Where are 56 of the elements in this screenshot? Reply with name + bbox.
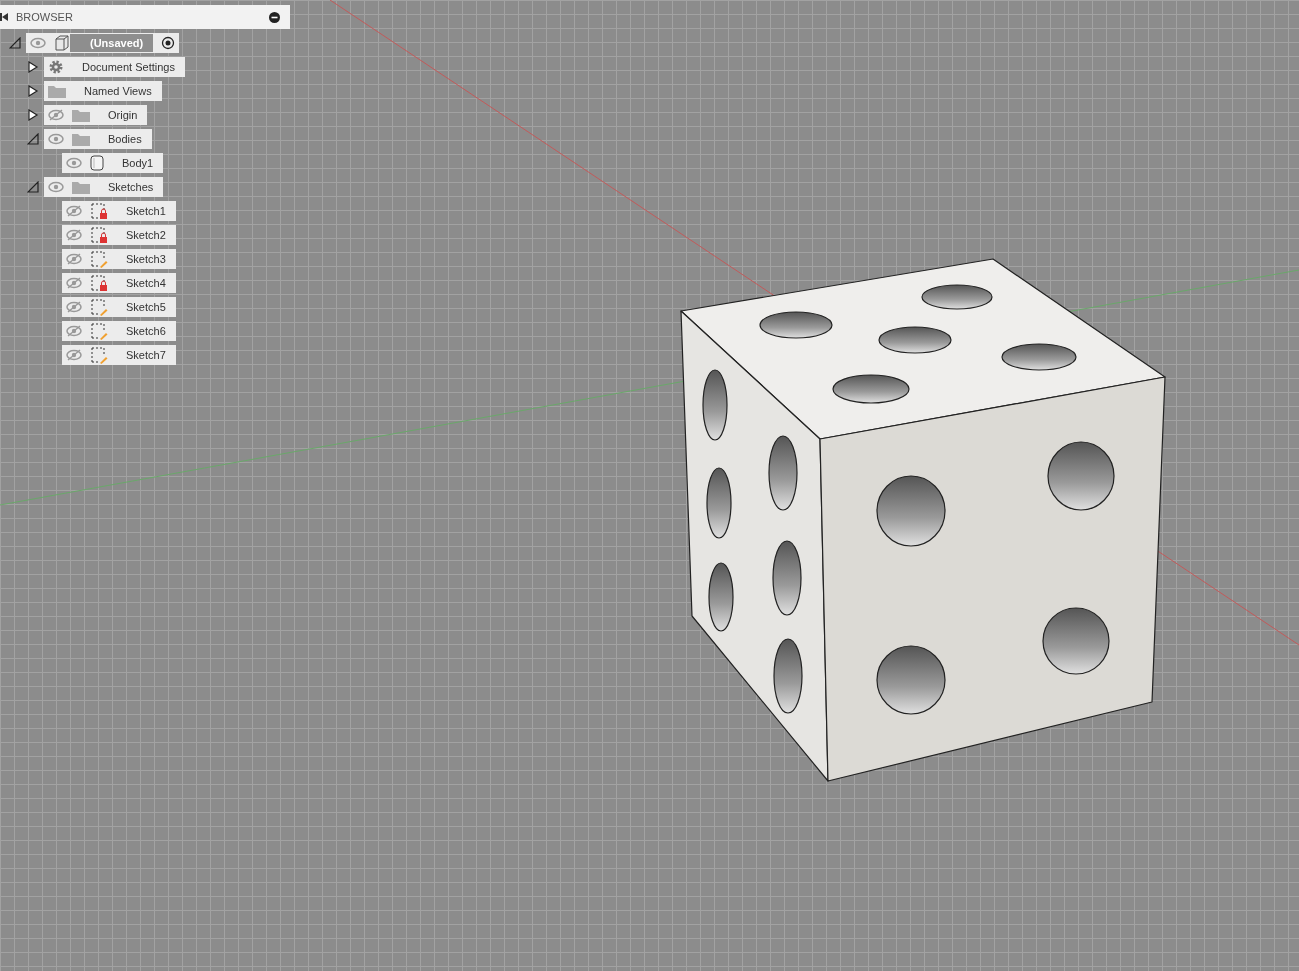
- item-label: (Unsaved): [70, 34, 154, 52]
- tree-item[interactable]: Sketch2: [62, 225, 176, 245]
- hidden-eye-icon[interactable]: [66, 301, 82, 313]
- item-label: Document Settings: [81, 61, 176, 73]
- expand-icon[interactable]: [27, 61, 39, 73]
- item-label: Sketch5: [125, 301, 167, 313]
- component-icon: [54, 35, 70, 51]
- collapse-icon[interactable]: [27, 133, 39, 145]
- item-label: Origin: [107, 109, 139, 121]
- eye-icon[interactable]: [66, 157, 82, 169]
- hidden-eye-icon[interactable]: [66, 325, 82, 337]
- eye-icon[interactable]: [48, 181, 64, 193]
- hidden-eye-icon[interactable]: [66, 205, 82, 217]
- panel-title: BROWSER: [16, 11, 74, 23]
- item-label: Sketch1: [125, 205, 167, 217]
- folder-icon: [72, 108, 90, 122]
- collapse-icon[interactable]: [27, 181, 39, 193]
- item-label: Sketch4: [125, 277, 167, 289]
- tree-item[interactable]: Origin: [44, 105, 148, 125]
- tree-item[interactable]: Bodies: [44, 129, 152, 149]
- tree-item[interactable]: Named Views: [44, 81, 162, 101]
- tree-item[interactable]: Sketch1: [62, 201, 176, 221]
- expand-icon[interactable]: [27, 85, 39, 97]
- item-label: Body1: [121, 157, 155, 169]
- body-icon: [90, 155, 104, 171]
- item-label: Sketch7: [125, 349, 167, 361]
- item-label: Sketch2: [125, 229, 167, 241]
- hidden-eye-icon[interactable]: [66, 229, 82, 241]
- tree-item[interactable]: Document Settings: [44, 57, 185, 77]
- folder-icon: [48, 84, 66, 98]
- item-label: Sketches: [107, 181, 155, 193]
- eye-icon[interactable]: [30, 37, 46, 49]
- eye-icon[interactable]: [48, 133, 64, 145]
- folder-icon: [72, 180, 90, 194]
- minimize-icon[interactable]: [269, 11, 280, 23]
- item-label: Sketch6: [125, 325, 167, 337]
- hidden-eye-icon[interactable]: [66, 277, 82, 289]
- hidden-eye-icon[interactable]: [66, 349, 82, 361]
- item-label: Bodies: [107, 133, 143, 145]
- hidden-eye-icon[interactable]: [48, 109, 64, 121]
- tree-item[interactable]: Sketch5: [62, 297, 176, 317]
- item-label: Sketch3: [125, 253, 167, 265]
- tree-item[interactable]: Sketch3: [62, 249, 176, 269]
- expand-icon[interactable]: [27, 109, 39, 121]
- tree-item[interactable]: Sketch6: [62, 321, 176, 341]
- tree-item[interactable]: Sketch4: [62, 273, 176, 293]
- active-radio-icon[interactable]: [161, 36, 176, 50]
- tree-item[interactable]: Sketch7: [62, 345, 176, 365]
- collapse-panel-icon[interactable]: [0, 13, 8, 21]
- folder-icon: [72, 132, 90, 146]
- tree-item[interactable]: Body1: [62, 153, 164, 173]
- collapse-icon[interactable]: [9, 37, 21, 49]
- item-label: Named Views: [83, 85, 153, 97]
- hidden-eye-icon[interactable]: [66, 253, 82, 265]
- gear-icon: [48, 59, 64, 75]
- tree-item[interactable]: Sketches: [44, 177, 164, 197]
